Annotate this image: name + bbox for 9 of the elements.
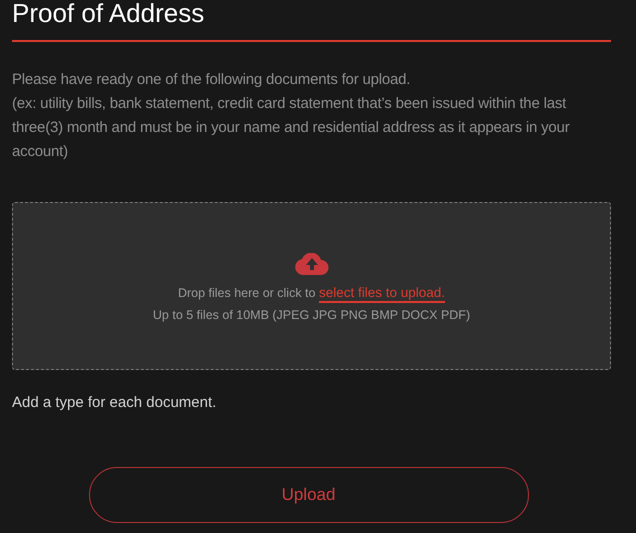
file-limits-text: Up to 5 files of 10MB (JPEG JPG PNG BMP DOCX PDF) — [152, 306, 470, 324]
instructions-text: Please have ready one of the following documents for upload. (ex: utility bills, bank statement, credit card statement that’s been issued within the last three(3) month and must be in your name and residential address as it appears in your account) — [12, 70, 570, 162]
drop-instructions: Drop files here or click to select files to upload. — [178, 282, 446, 304]
file-drop-zone[interactable]: Drop files here or click to select files to upload. Up to 5 files of 10MB (JPEG JPG PNG BMP DOCX PDF) — [12, 202, 611, 370]
cloud-upload-icon — [294, 252, 328, 274]
upload-button[interactable]: Upload — [88, 467, 528, 523]
select-files-link[interactable]: select files to upload. — [318, 284, 446, 302]
page-title: Proof of Address — [12, 0, 206, 30]
document-type-note: Add a type for each document. — [12, 393, 218, 413]
